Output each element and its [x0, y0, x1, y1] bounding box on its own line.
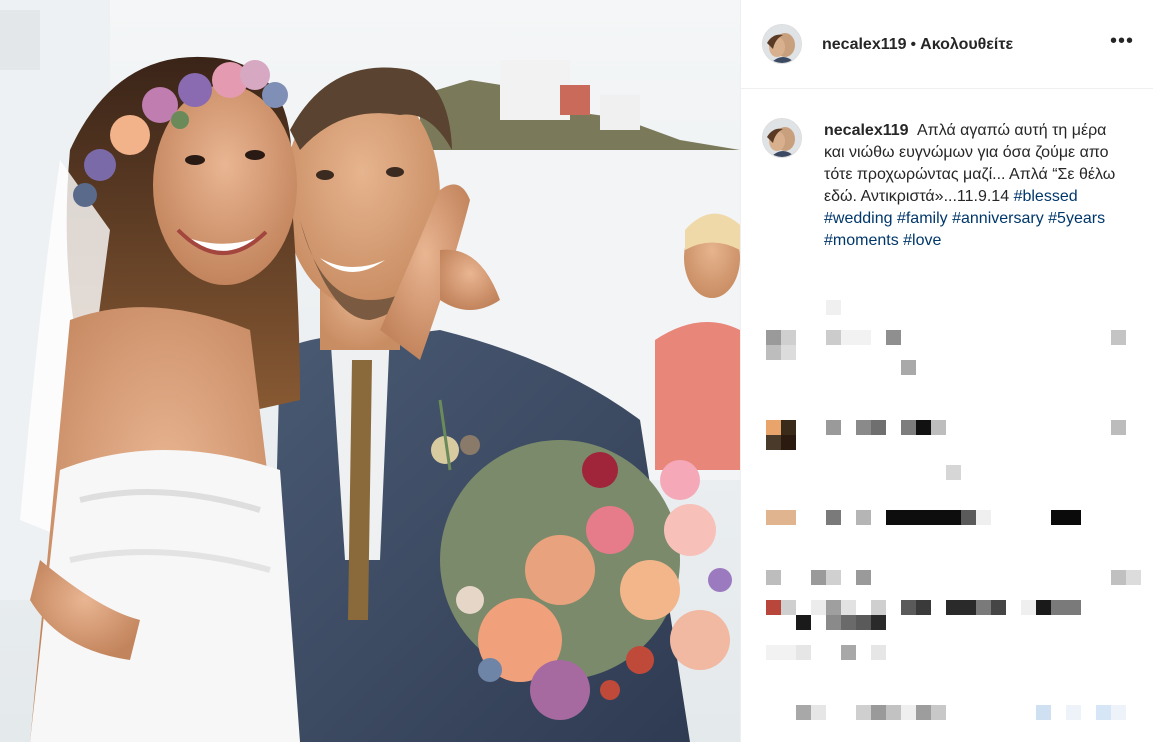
pixel-block [766, 420, 781, 435]
pixel-block [841, 330, 871, 345]
hashtag-link[interactable]: #moments [824, 232, 899, 249]
pixel-block [1021, 600, 1036, 615]
pixel-block [766, 510, 796, 525]
pixel-block [811, 705, 826, 720]
caption-username-link[interactable]: necalex119 [824, 122, 909, 139]
hashtag-link[interactable]: #blessed [1014, 188, 1078, 205]
pixel-block [916, 705, 931, 720]
pixel-block [781, 435, 796, 450]
pixel-block [856, 705, 871, 720]
pixel-block [931, 420, 946, 435]
pixel-block [1036, 600, 1051, 615]
pixel-block [901, 600, 916, 615]
caption-text: necalex119 Απλά αγαπώ αυτή τη μέρα και ν… [824, 120, 1124, 252]
pixel-block [796, 645, 811, 660]
pixel-block [871, 615, 886, 630]
pixel-block [871, 705, 886, 720]
pixel-block [901, 360, 916, 375]
pixel-block [856, 420, 871, 435]
post-photo[interactable] [0, 0, 740, 742]
pixel-block [856, 510, 871, 525]
pixel-block [871, 420, 886, 435]
pixel-block [871, 600, 886, 615]
more-options-icon[interactable]: ••• [1108, 31, 1136, 54]
pixel-block [811, 570, 826, 585]
pixel-block [946, 465, 961, 480]
pixel-block [1066, 705, 1081, 720]
pixel-block [901, 705, 916, 720]
separator-dot: • [910, 36, 917, 53]
pixel-block [886, 330, 901, 345]
pixel-block [856, 615, 871, 630]
pixel-block [856, 570, 871, 585]
pixel-block [826, 420, 841, 435]
pixel-block [841, 615, 856, 630]
pixel-block [826, 600, 841, 615]
post-header: necalex119 • Ακολουθείτε ••• [741, 0, 1153, 89]
hashtag-link[interactable]: #wedding [824, 210, 893, 227]
pixel-block [826, 570, 841, 585]
pixel-block [976, 600, 991, 615]
post-details-panel: necalex119 • Ακολουθείτε ••• necalex119 Απ… [740, 0, 1153, 742]
pixel-block [1111, 330, 1126, 345]
pixel-block [886, 510, 961, 525]
pixel-block [1096, 705, 1111, 720]
pixel-block [901, 420, 916, 435]
pixel-block [781, 345, 796, 360]
hashtag-link[interactable]: #love [903, 232, 941, 249]
pixel-block [781, 420, 796, 435]
pixel-block [796, 615, 811, 630]
pixel-block [886, 705, 901, 720]
pixel-block [826, 615, 841, 630]
pixel-block [1051, 510, 1081, 525]
pixel-block [766, 645, 796, 660]
pixel-block [796, 705, 811, 720]
pixel-block [826, 330, 841, 345]
pixel-block [766, 330, 781, 345]
pixel-block [1126, 570, 1141, 585]
pixel-block [946, 600, 976, 615]
header-text: necalex119 • Ακολουθείτε [822, 35, 1013, 55]
pixel-block [976, 510, 991, 525]
pixel-block [961, 510, 976, 525]
hashtag-link[interactable]: #anniversary [952, 210, 1044, 227]
pixel-block [841, 600, 856, 615]
pixel-block [841, 645, 856, 660]
pixel-block [766, 435, 781, 450]
caption-author-avatar[interactable] [762, 118, 802, 158]
pixel-block [916, 600, 931, 615]
pixel-block [766, 345, 781, 360]
pixel-block [991, 600, 1006, 615]
pixel-block [766, 600, 781, 615]
pixel-block [826, 510, 841, 525]
pixel-block [826, 300, 841, 315]
pixel-block [811, 600, 826, 615]
hashtag-link[interactable]: #family [897, 210, 948, 227]
pixel-block [1111, 705, 1126, 720]
pixel-block [1111, 570, 1126, 585]
pixel-block [931, 705, 946, 720]
following-button[interactable]: Ακολουθείτε [920, 36, 1013, 53]
author-username-link[interactable]: necalex119 [822, 36, 907, 53]
wedding-photo-image [0, 0, 740, 742]
pixel-block [1111, 420, 1126, 435]
author-avatar[interactable] [762, 24, 802, 64]
pixel-block [871, 645, 886, 660]
pixel-block [1036, 705, 1051, 720]
hashtag-link[interactable]: #5years [1048, 210, 1105, 227]
pixel-block [781, 330, 796, 345]
profile-avatar-icon [763, 25, 801, 63]
pixel-block [1051, 600, 1081, 615]
pixel-block [916, 420, 931, 435]
profile-avatar-icon [763, 119, 801, 157]
pixel-block [781, 600, 796, 615]
pixel-block [766, 570, 781, 585]
